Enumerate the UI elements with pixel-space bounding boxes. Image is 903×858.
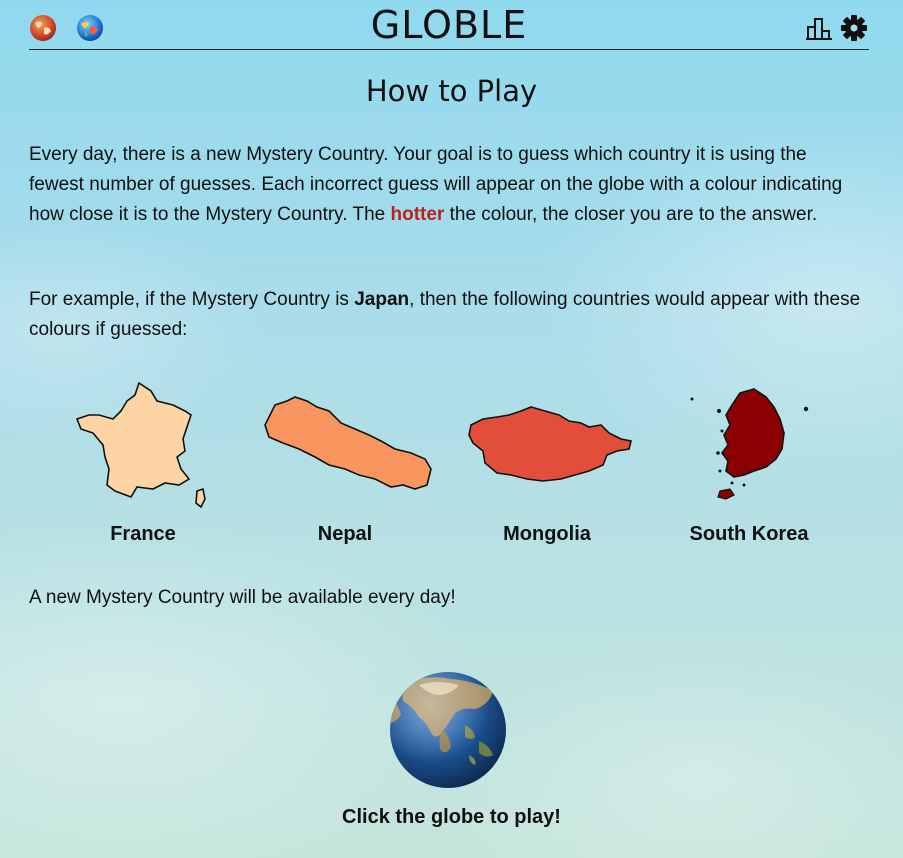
south-korea-shape xyxy=(721,388,785,478)
settings-icon[interactable] xyxy=(840,14,868,42)
daily-note: A new Mystery Country will be available … xyxy=(29,587,456,608)
example-label-nepal: Nepal xyxy=(317,523,373,545)
intro-text-end: the colour, the closer you are to the an… xyxy=(444,204,818,225)
page-title: How to Play xyxy=(365,74,538,108)
example-text-start: For example, if the Mystery Country is xyxy=(29,289,355,310)
south-korea-shape-icon xyxy=(690,388,809,500)
example-nepal: Nepal xyxy=(245,375,445,546)
example-paragraph: For example, if the Mystery Country is J… xyxy=(29,285,864,345)
example-south-korea: South Korea xyxy=(649,375,849,546)
france-shape-icon xyxy=(75,381,206,509)
mongolia-shape xyxy=(468,406,632,482)
statistics-icon[interactable] xyxy=(805,14,833,42)
example-label-mongolia: Mongolia xyxy=(503,523,591,545)
earth-globe-icon[interactable] xyxy=(389,671,507,789)
intro-paragraph: Every day, there is a new Mystery Countr… xyxy=(29,140,864,230)
example-label-france: France xyxy=(110,523,176,545)
example-mongolia: Mongolia xyxy=(447,375,647,546)
app-title: GLOBLE xyxy=(370,3,528,47)
jeju-shape xyxy=(717,488,735,500)
mystery-country-example: Japan xyxy=(354,289,410,310)
mongolia-shape-icon xyxy=(468,406,632,482)
corsica-shape xyxy=(195,487,206,509)
nepal-shape xyxy=(264,396,432,490)
hotter-highlight: hotter xyxy=(390,204,445,225)
example-label-south-korea: South Korea xyxy=(689,523,809,545)
example-france: France xyxy=(43,375,243,546)
france-shape xyxy=(75,381,192,498)
play-prompt[interactable]: Click the globe to play! xyxy=(0,806,903,829)
header-bar: GLOBLE xyxy=(29,0,869,50)
nepal-shape-icon xyxy=(264,396,432,490)
